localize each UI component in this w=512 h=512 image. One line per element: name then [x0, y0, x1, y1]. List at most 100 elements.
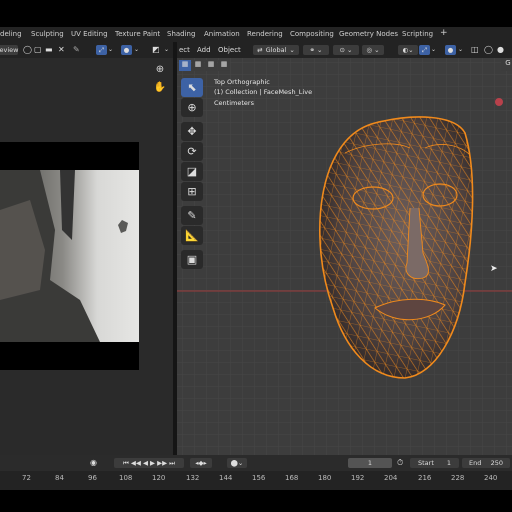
- playback-controls[interactable]: ⏮ ◀◀ ◀ ▶ ▶▶ ⏭: [114, 458, 184, 468]
- pivot-dropdown[interactable]: ⚭ ⌄: [303, 45, 329, 55]
- mouse-cursor-icon: ➤: [490, 264, 498, 274]
- gizmo-toggle-icon[interactable]: ⤢: [419, 45, 430, 55]
- 3d-viewport[interactable]: Top Orthographic (1) Collection | FaceMe…: [177, 58, 512, 455]
- view-name: Top Orthographic: [214, 78, 270, 86]
- add-cube-icon[interactable]: ▣: [181, 250, 203, 269]
- select-new-icon[interactable]: ▦: [179, 60, 191, 71]
- scale-icon[interactable]: ◪: [181, 162, 203, 181]
- auto-key-toggle[interactable]: ⬤⌄: [227, 458, 247, 468]
- select-box-icon[interactable]: ⬉: [181, 78, 203, 97]
- chevron-down-icon: ⌄: [289, 46, 295, 54]
- shield-icon[interactable]: ◯: [23, 45, 32, 55]
- timeline-header: ◉ ⏮ ◀◀ ◀ ▶ ▶▶ ⏭ ◂◆▸ ⬤⌄ 1 ⏱ Start 1 End 250: [0, 455, 512, 471]
- select-intersect-icon[interactable]: ▦: [218, 60, 230, 71]
- units-label: Centimeters: [214, 99, 254, 107]
- menu-object[interactable]: Object: [218, 45, 241, 55]
- solid-shading-icon[interactable]: ●: [497, 45, 504, 55]
- ruler-tick: 72: [22, 474, 31, 482]
- image-editor: ⊕ ✋: [0, 58, 173, 455]
- proportional-edit-toggle[interactable]: ◎ ⌄: [362, 45, 384, 55]
- chevron-down-icon[interactable]: ⌄: [431, 45, 436, 55]
- tab-texture-paint[interactable]: Texture Paint: [115, 30, 160, 38]
- ruler-tick: 132: [186, 474, 200, 482]
- menu-add[interactable]: Add: [197, 45, 211, 55]
- menu-select[interactable]: ect: [179, 45, 190, 55]
- ruler-tick: 144: [219, 474, 233, 482]
- gizmo-toggle-icon[interactable]: ⤢: [96, 45, 107, 55]
- xray-icon[interactable]: ◫: [471, 45, 479, 55]
- select-mode-buttons: ▦ ▦ ▦ ▦: [179, 60, 231, 71]
- tab-rendering[interactable]: Rendering: [247, 30, 283, 38]
- end-value: 250: [490, 459, 503, 467]
- keyframe-icon[interactable]: ◉: [90, 458, 97, 468]
- move-icon[interactable]: ✥: [181, 122, 203, 141]
- zoom-icon[interactable]: ⊕: [153, 64, 167, 78]
- chevron-down-icon[interactable]: ⌄: [458, 45, 463, 55]
- measure-icon[interactable]: 📐: [181, 226, 203, 245]
- image-frame: [0, 142, 139, 370]
- ruler-tick: 168: [285, 474, 299, 482]
- transform-orientation-dropdown[interactable]: ⇄ Global ⌄: [253, 45, 299, 55]
- select-extend-icon[interactable]: ▦: [192, 60, 204, 71]
- editor-headers: eview ◯ ▢ ▬ ✕ ✎ ⤢ ⌄ ● ⌄ ◩ ⌄ ect Add Obje…: [0, 42, 512, 58]
- workspace-bar: deling Sculpting UV Editing Texture Pain…: [0, 27, 512, 42]
- face-mesh[interactable]: [315, 113, 512, 383]
- keyframe-nav[interactable]: ◂◆▸: [190, 458, 212, 468]
- start-label: Start: [418, 459, 434, 467]
- pan-hand-icon[interactable]: ✋: [153, 82, 167, 96]
- timeline-area: ◉ ⏮ ◀◀ ◀ ▶ ▶▶ ⏭ ◂◆▸ ⬤⌄ 1 ⏱ Start 1 End 250…: [0, 455, 512, 490]
- camera-frame-image: [0, 170, 139, 342]
- snap-dropdown[interactable]: ⊙ ⌄: [333, 45, 359, 55]
- wireframe-shading-icon[interactable]: ◯: [484, 45, 493, 55]
- start-frame-field[interactable]: Start 1: [410, 458, 459, 468]
- sidebar-tab[interactable]: G: [501, 59, 512, 71]
- chevron-down-icon[interactable]: ⌄: [134, 45, 139, 55]
- tab-modeling[interactable]: deling: [0, 30, 22, 38]
- current-frame-field[interactable]: 1: [348, 458, 392, 468]
- display-mode-icon[interactable]: ◩: [152, 45, 160, 55]
- stopwatch-icon[interactable]: ⏱: [397, 458, 403, 468]
- ruler-tick: 204: [384, 474, 398, 482]
- visibility-dropdown[interactable]: ◐⌄: [398, 45, 418, 55]
- tab-sculpting[interactable]: Sculpting: [31, 30, 64, 38]
- end-frame-field[interactable]: End 250: [462, 458, 510, 468]
- rotate-icon[interactable]: ⟳: [181, 142, 203, 161]
- origin-marker: [495, 98, 503, 106]
- tab-shading[interactable]: Shading: [167, 30, 195, 38]
- tab-geometry-nodes[interactable]: Geometry Nodes: [339, 30, 398, 38]
- image-tab[interactable]: eview: [0, 45, 18, 55]
- ruler-tick: 228: [451, 474, 465, 482]
- start-value: 1: [446, 459, 451, 467]
- annotate-icon[interactable]: ✎: [181, 206, 203, 225]
- ruler-tick: 180: [318, 474, 332, 482]
- chevron-down-icon[interactable]: ⌄: [164, 45, 169, 55]
- orientation-icon: ⇄: [257, 46, 263, 54]
- overlay-toggle-icon[interactable]: ●: [445, 45, 456, 55]
- pin-icon[interactable]: ✎: [73, 45, 80, 55]
- ruler-tick: 96: [88, 474, 97, 482]
- transform-icon[interactable]: ⊞: [181, 182, 203, 201]
- ruler-tick: 216: [418, 474, 432, 482]
- select-subtract-icon[interactable]: ▦: [205, 60, 217, 71]
- status-bar: [0, 490, 512, 512]
- tab-compositing[interactable]: Compositing: [290, 30, 334, 38]
- ruler-tick: 156: [252, 474, 266, 482]
- ruler-tick: 84: [55, 474, 64, 482]
- open-folder-icon[interactable]: ▬: [45, 45, 53, 55]
- add-workspace-button[interactable]: +: [440, 28, 448, 38]
- cursor-icon[interactable]: ⊕: [181, 98, 203, 117]
- tab-uv-editing[interactable]: UV Editing: [71, 30, 108, 38]
- ruler-tick: 192: [351, 474, 365, 482]
- end-label: End: [469, 459, 482, 467]
- tab-scripting[interactable]: Scripting: [402, 30, 433, 38]
- new-image-icon[interactable]: ▢: [34, 45, 42, 55]
- ruler-tick: 240: [484, 474, 498, 482]
- ruler-tick: 120: [152, 474, 166, 482]
- orientation-label: Global: [265, 46, 287, 54]
- overlay-toggle-icon[interactable]: ●: [121, 45, 132, 55]
- ruler-tick: 108: [119, 474, 133, 482]
- close-icon[interactable]: ✕: [58, 45, 65, 55]
- chevron-down-icon[interactable]: ⌄: [108, 45, 113, 55]
- tab-animation[interactable]: Animation: [204, 30, 240, 38]
- collection-label: (1) Collection | FaceMesh_Live: [214, 88, 313, 96]
